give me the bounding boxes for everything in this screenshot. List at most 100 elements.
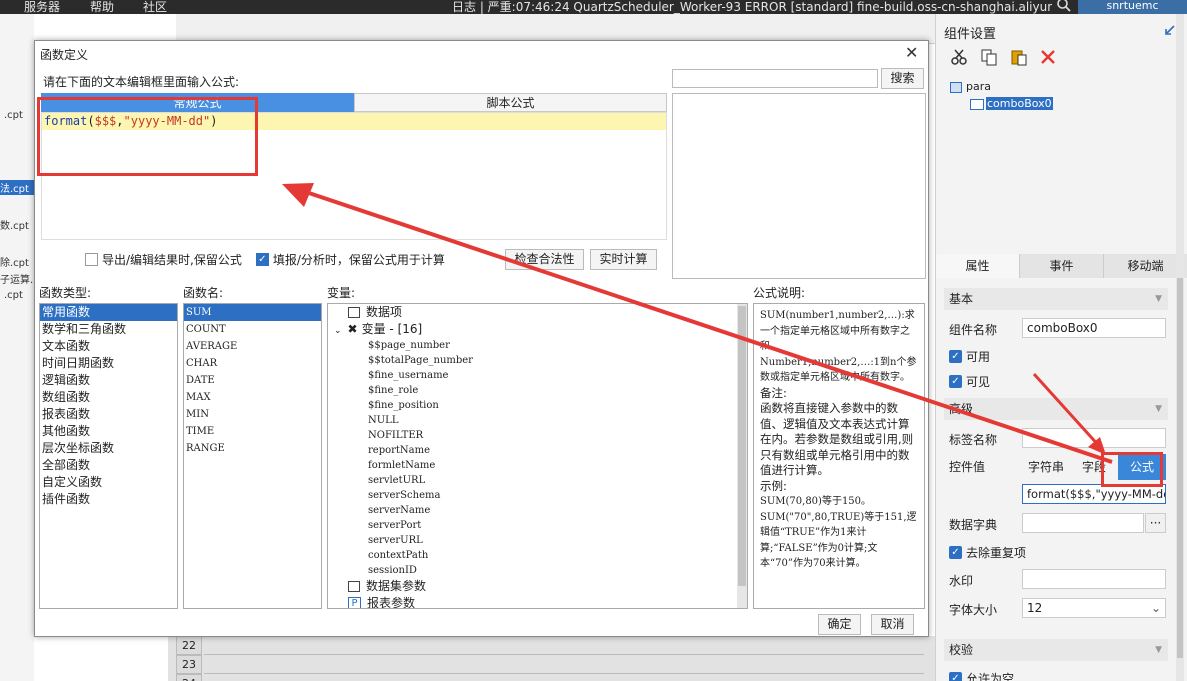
file-item[interactable]: 数.cpt (0, 217, 29, 232)
list-item[interactable]: 数组函数 (40, 389, 177, 406)
tree-node-combobox[interactable]: comboBox0 (970, 97, 1053, 110)
font-size-select[interactable]: 12 ⌄ (1022, 598, 1166, 618)
tab-events[interactable]: 事件 (1020, 254, 1104, 278)
section-basic[interactable]: 基本 ▼ (944, 288, 1168, 310)
list-item[interactable]: 文本函数 (40, 338, 177, 355)
grid-line (204, 654, 924, 655)
combobox-icon (970, 98, 984, 110)
file-item[interactable]: 子运算. (0, 271, 33, 286)
variable-item[interactable]: NULL (328, 413, 747, 428)
list-item[interactable]: 常用函数 (40, 304, 177, 321)
variable-item[interactable]: $fine_username (328, 368, 747, 383)
log-status-text[interactable]: 日志 | 严重:07:46:24 QuartzScheduler_Worker-… (452, 0, 1052, 15)
copy-icon[interactable] (980, 48, 1002, 68)
list-item[interactable]: SUM (184, 304, 321, 321)
ok-button[interactable]: 确定 (818, 614, 861, 635)
list-item[interactable]: 全部函数 (40, 457, 177, 474)
list-item[interactable]: TIME (184, 423, 321, 440)
variable-item[interactable]: serverURL (328, 533, 747, 548)
checkbox-keep-formula-fill[interactable]: ✓ (255, 253, 269, 266)
header-variable: 变量: (327, 286, 356, 300)
realtime-calc-button[interactable]: 实时计算 (590, 249, 657, 270)
section-advanced[interactable]: 高级 ▼ (944, 398, 1168, 420)
check-validity-button[interactable]: 检查合法性 (505, 249, 584, 270)
control-value-formula-input[interactable]: format($$$,"yyyy-MM-dd") (1022, 484, 1166, 504)
menu-community[interactable]: 社区 (143, 0, 167, 15)
editor-prompt: 请在下面的文本编辑框里面输入公式: (43, 75, 240, 89)
variable-item[interactable]: servletURL (328, 473, 747, 488)
checkbox-visible[interactable]: ✓ 可见 (949, 373, 990, 390)
list-item[interactable]: CHAR (184, 355, 321, 372)
tree-node-dataset-params[interactable]: 数据集参数 (328, 578, 747, 595)
label-font-size: 字体大小 (949, 603, 998, 617)
paste-icon[interactable] (1010, 48, 1032, 68)
function-type-list: 常用函数 数学和三角函数 文本函数 时间日期函数 逻辑函数 数组函数 报表函数 … (39, 303, 178, 609)
checkbox-remove-duplicates[interactable]: ✓ 去除重复项 (949, 544, 1026, 561)
list-item[interactable]: MIN (184, 406, 321, 423)
tab-script-formula[interactable]: 脚本公式 (354, 93, 667, 112)
variable-item[interactable]: serverSchema (328, 488, 747, 503)
checkbox-keep-formula-export[interactable] (85, 253, 98, 266)
watermark-input[interactable] (1022, 569, 1166, 589)
function-search-input[interactable] (672, 69, 878, 88)
seg-string[interactable]: 字符串 (1022, 454, 1070, 480)
panel-scrollbar[interactable] (1176, 14, 1184, 681)
file-item[interactable]: .cpt (4, 110, 23, 121)
file-item[interactable]: 除.cpt (0, 254, 29, 269)
user-name[interactable]: snrtuemc (1078, 0, 1187, 14)
list-item[interactable]: MAX (184, 389, 321, 406)
close-icon[interactable]: ✕ (905, 43, 918, 62)
list-item[interactable]: 逻辑函数 (40, 372, 177, 389)
tree-node-data-item[interactable]: 数据项 (328, 304, 747, 321)
variable-item[interactable]: reportName (328, 443, 747, 458)
list-item[interactable]: 时间日期函数 (40, 355, 177, 372)
variable-item[interactable]: serverName (328, 503, 747, 518)
tag-name-input[interactable] (1022, 428, 1166, 448)
list-item[interactable]: AVERAGE (184, 338, 321, 355)
tree-node-report-params[interactable]: P 报表参数 (328, 595, 747, 608)
variable-item[interactable]: formletName (328, 458, 747, 473)
tree-node-variables[interactable]: ⌄ ✖ 变量 - [16] (328, 321, 747, 338)
list-item[interactable]: 报表函数 (40, 406, 177, 423)
menu-help[interactable]: 帮助 (90, 0, 114, 15)
tree-node-para[interactable]: para (950, 80, 991, 93)
variable-item[interactable]: $fine_role (328, 383, 747, 398)
variable-item[interactable]: serverPort (328, 518, 747, 533)
variable-item[interactable]: sessionID (328, 563, 747, 578)
label-widget-name: 组件名称 (949, 323, 998, 337)
data-dictionary-input[interactable] (1022, 513, 1144, 533)
variable-item[interactable]: $$page_number (328, 338, 747, 353)
menu-server[interactable]: 服务器 (24, 0, 60, 15)
variable-item[interactable]: contextPath (328, 548, 747, 563)
search-icon[interactable] (1056, 0, 1072, 13)
file-item-selected[interactable]: 法.cpt (0, 180, 34, 195)
variable-scrollbar[interactable] (737, 304, 747, 608)
variable-item[interactable]: $fine_position (328, 398, 747, 413)
list-item[interactable]: COUNT (184, 321, 321, 338)
checkbox-enabled[interactable]: ✓ 可用 (949, 348, 990, 365)
table-icon (348, 307, 360, 318)
tab-mobile[interactable]: 移动端 (1104, 254, 1187, 278)
variable-item[interactable]: NOFILTER (328, 428, 747, 443)
widget-name-input[interactable]: comboBox0 (1022, 318, 1166, 338)
list-item[interactable]: 插件函数 (40, 491, 177, 508)
variable-item[interactable]: $$totalPage_number (328, 353, 747, 368)
delete-icon[interactable] (1039, 48, 1061, 68)
list-item[interactable]: 自定义函数 (40, 474, 177, 491)
cancel-button[interactable]: 取消 (871, 614, 914, 635)
file-item[interactable]: .cpt (4, 290, 23, 301)
list-item[interactable]: 层次坐标函数 (40, 440, 177, 457)
collapse-icon[interactable] (1164, 24, 1176, 36)
data-dictionary-button[interactable]: ··· (1145, 513, 1166, 533)
section-validation[interactable]: 校验 ▼ (944, 639, 1168, 661)
list-item[interactable]: 数学和三角函数 (40, 321, 177, 338)
scrollbar-thumb[interactable] (1177, 278, 1183, 658)
tab-properties[interactable]: 属性 (936, 254, 1020, 278)
list-item[interactable]: RANGE (184, 440, 321, 457)
scrollbar-thumb[interactable] (738, 306, 746, 586)
checkbox-allow-empty[interactable]: ✓ 允许为空 (949, 670, 1014, 681)
search-button[interactable]: 搜索 (881, 68, 924, 89)
list-item[interactable]: 其他函数 (40, 423, 177, 440)
list-item[interactable]: DATE (184, 372, 321, 389)
cut-icon[interactable] (950, 48, 972, 68)
